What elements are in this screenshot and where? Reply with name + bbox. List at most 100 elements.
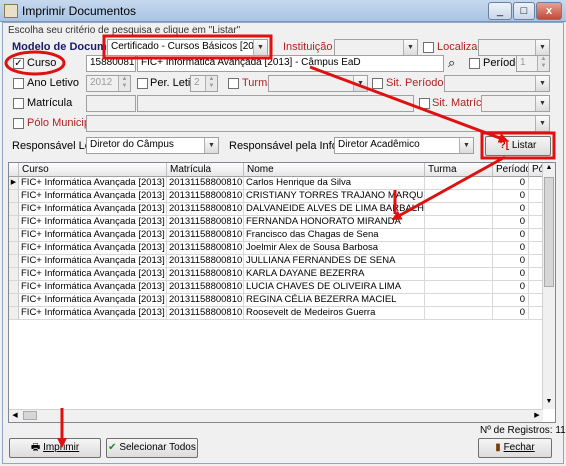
column-header[interactable]: Nome: [244, 163, 425, 177]
table-cell[interactable]: [425, 203, 493, 216]
table-cell[interactable]: FIC+ Informática Avançada [2013] - Câmpu: [19, 294, 167, 307]
table-cell[interactable]: 0: [493, 242, 529, 255]
fechar-button[interactable]: ▮ Fechar: [478, 438, 552, 458]
row-indicator[interactable]: [9, 229, 19, 242]
sit-matricula-select[interactable]: ▼: [481, 95, 550, 112]
periodo-spinner[interactable]: 1 ▲ ▼: [516, 55, 550, 72]
curso-checkbox[interactable]: ✓: [13, 58, 24, 69]
sit-matricula-checkbox[interactable]: [419, 98, 430, 109]
table-cell[interactable]: 0: [493, 216, 529, 229]
selecionar-todos-button[interactable]: ✔ Selecionar Todos: [106, 438, 198, 458]
table-cell[interactable]: [425, 229, 493, 242]
table-cell[interactable]: Francisco das Chagas de Sena: [244, 229, 425, 242]
modelo-select[interactable]: Certificado - Cursos Básicos [2012] ▼: [107, 39, 268, 56]
scroll-right-icon[interactable]: ▶: [532, 411, 542, 421]
table-cell[interactable]: Joelmir Alex de Sousa Barbosa: [244, 242, 425, 255]
table-cell[interactable]: 20131158800810: [167, 216, 244, 229]
row-indicator[interactable]: [9, 242, 19, 255]
table-cell[interactable]: 0: [493, 229, 529, 242]
table-cell[interactable]: 20131158800810: [167, 177, 244, 190]
column-header[interactable]: Turma: [425, 163, 493, 177]
table-cell[interactable]: 20131158800810: [167, 242, 244, 255]
table-cell[interactable]: 20131158800810: [167, 255, 244, 268]
horizontal-scrollbar[interactable]: ◀ ▶: [9, 409, 543, 422]
sit-periodo-select[interactable]: ▼: [444, 75, 550, 92]
table-cell[interactable]: [425, 281, 493, 294]
table-cell[interactable]: 20131158800810: [167, 229, 244, 242]
binoculars-icon[interactable]: ⌕: [448, 55, 455, 71]
table-cell[interactable]: 0: [493, 203, 529, 216]
table-cell[interactable]: 20131158800810: [167, 281, 244, 294]
table-cell[interactable]: FIC+ Informática Avançada [2013] - Câmpu: [19, 307, 167, 320]
table-cell[interactable]: LUCIA CHAVES DE OLIVEIRA LIMA: [244, 281, 425, 294]
per-letivo-spinner[interactable]: 2 ▲ ▼: [190, 75, 218, 92]
row-indicator[interactable]: [9, 268, 19, 281]
ano-letivo-checkbox[interactable]: [13, 78, 24, 89]
table-cell[interactable]: [425, 268, 493, 281]
column-header[interactable]: Matrícula: [167, 163, 244, 177]
table-cell[interactable]: JULLIANA FERNANDES DE SENA: [244, 255, 425, 268]
table-cell[interactable]: 0: [493, 281, 529, 294]
listar-button[interactable]: ?[ Listar: [485, 136, 551, 156]
scroll-left-icon[interactable]: ◀: [10, 411, 20, 421]
table-row[interactable]: FIC+ Informática Avançada [2013] - Câmpu…: [9, 255, 549, 268]
row-indicator[interactable]: [9, 294, 19, 307]
table-row[interactable]: FIC+ Informática Avançada [2013] - Câmpu…: [9, 216, 549, 229]
instituicao-select[interactable]: ▼: [334, 39, 418, 56]
turma-select[interactable]: ▼: [268, 75, 368, 92]
table-row[interactable]: FIC+ Informática Avançada [2013] - Câmpu…: [9, 294, 549, 307]
table-row[interactable]: FIC+ Informática Avançada [2013] - Câmpu…: [9, 307, 549, 320]
curso-name-field[interactable]: FIC+ Informática Avançada [2013] - Câmpu…: [137, 55, 444, 72]
resp-info-select[interactable]: Diretor Acadêmico ▼: [334, 137, 474, 154]
table-row[interactable]: FIC+ Informática Avançada [2013] - Câmpu…: [9, 242, 549, 255]
column-header[interactable]: Período: [493, 163, 529, 177]
localizacao-select[interactable]: ▼: [478, 39, 550, 56]
table-cell[interactable]: FIC+ Informática Avançada [2013] - Câmpu: [19, 203, 167, 216]
table-row[interactable]: FIC+ Informática Avançada [2013] - Câmpu…: [9, 203, 549, 216]
table-cell[interactable]: 0: [493, 294, 529, 307]
turma-checkbox[interactable]: [228, 78, 239, 89]
table-cell[interactable]: KARLA DAYANE BEZERRA: [244, 268, 425, 281]
table-cell[interactable]: 20131158800810: [167, 268, 244, 281]
table-cell[interactable]: FERNANDA HONORATO MIRANDA: [244, 216, 425, 229]
resp-legal-select[interactable]: Diretor do Câmpus ▼: [86, 137, 219, 154]
table-cell[interactable]: 0: [493, 190, 529, 203]
table-cell[interactable]: [425, 294, 493, 307]
table-cell[interactable]: [425, 255, 493, 268]
table-cell[interactable]: Roosevelt de Medeiros Guerra: [244, 307, 425, 320]
table-cell[interactable]: FIC+ Informática Avançada [2013] - Câmpu: [19, 190, 167, 203]
table-cell[interactable]: FIC+ Informática Avançada [2013] - Câmpu: [19, 216, 167, 229]
polo-checkbox[interactable]: [13, 118, 24, 129]
table-cell[interactable]: 0: [493, 268, 529, 281]
table-cell[interactable]: [425, 177, 493, 190]
column-header[interactable]: Curso: [19, 163, 167, 177]
sit-periodo-checkbox[interactable]: [372, 78, 383, 89]
vertical-scrollbar[interactable]: ▲ ▼: [542, 163, 555, 409]
table-cell[interactable]: CRISTIANY TORRES TRAJANO MARQUES DOS: [244, 190, 425, 203]
table-cell[interactable]: FIC+ Informática Avançada [2013] - Câmpu: [19, 242, 167, 255]
table-row[interactable]: FIC+ Informática Avançada [2013] - Câmpu…: [9, 281, 549, 294]
maximize-button[interactable]: □: [513, 2, 535, 20]
ano-letivo-spinner[interactable]: 2012 ▲ ▼: [86, 75, 131, 92]
table-cell[interactable]: FIC+ Informática Avançada [2013] - Câmpu: [19, 255, 167, 268]
periodo-checkbox[interactable]: [469, 58, 480, 69]
table-cell[interactable]: REGINA CÉLIA BEZERRA MACIEL: [244, 294, 425, 307]
table-cell[interactable]: 0: [493, 177, 529, 190]
table-cell[interactable]: 20131158800810: [167, 307, 244, 320]
row-indicator[interactable]: [9, 216, 19, 229]
row-indicator[interactable]: [9, 307, 19, 320]
table-cell[interactable]: 20131158800810: [167, 190, 244, 203]
table-cell[interactable]: FIC+ Informática Avançada [2013] - Câmpu: [19, 281, 167, 294]
scroll-down-icon[interactable]: ▼: [544, 398, 554, 408]
table-cell[interactable]: [425, 242, 493, 255]
table-cell[interactable]: [425, 307, 493, 320]
imprimir-button[interactable]: 🖶 Imprimir: [9, 438, 101, 458]
table-cell[interactable]: 0: [493, 255, 529, 268]
curso-code-field[interactable]: 15880081: [86, 55, 136, 72]
horizontal-scroll-thumb[interactable]: [23, 411, 37, 420]
table-row[interactable]: FIC+ Informática Avançada [2013] - Câmpu…: [9, 268, 549, 281]
table-cell[interactable]: DALVANEIDE ALVES DE LIMA BARBALHO: [244, 203, 425, 216]
localizacao-checkbox[interactable]: [423, 42, 434, 53]
close-button[interactable]: x: [536, 2, 562, 20]
row-indicator[interactable]: [9, 255, 19, 268]
